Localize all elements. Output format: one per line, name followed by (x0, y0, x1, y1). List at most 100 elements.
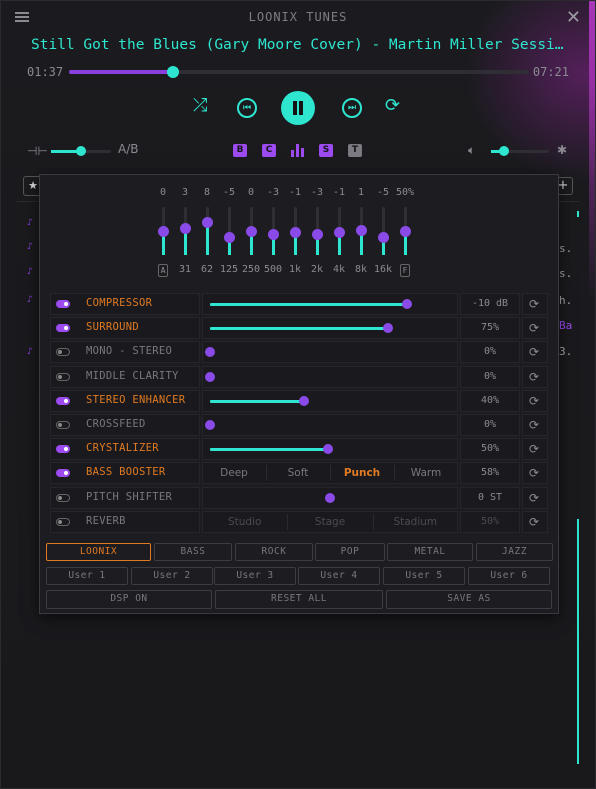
effect-slider[interactable] (210, 395, 450, 406)
playlist-item-text[interactable]: 3. (559, 345, 572, 358)
effect-option-soft[interactable]: Soft (266, 462, 330, 484)
effect-slider-handle[interactable] (325, 492, 335, 503)
playlist-item-text[interactable]: s. (559, 242, 572, 255)
eq-band-handle[interactable] (312, 229, 323, 241)
eq-band-handle[interactable] (400, 226, 411, 237)
reset-icon[interactable]: ⟳ (522, 487, 546, 509)
eq-band-slider[interactable] (268, 207, 279, 255)
effect-slider[interactable] (205, 347, 450, 358)
eq-band-handle[interactable] (290, 226, 301, 238)
eq-band-slider[interactable] (246, 207, 257, 255)
eq-band-slider[interactable] (202, 207, 213, 255)
dsp-on-button[interactable]: DSP ON (46, 590, 212, 609)
eq-band-slider[interactable] (312, 207, 323, 255)
seek-handle[interactable] (166, 66, 179, 78)
effect-slider-handle[interactable] (382, 323, 393, 334)
eq-band-slider[interactable] (180, 207, 191, 255)
effect-slider[interactable] (210, 299, 450, 309)
ab-repeat-button[interactable]: A/B (118, 142, 138, 156)
reset-icon[interactable]: ⟳ (522, 462, 546, 484)
preset-pop[interactable]: POP (315, 543, 385, 561)
eq-band-slider[interactable] (224, 207, 235, 255)
effect-slider[interactable] (205, 371, 450, 382)
user-preset-1[interactable]: User 1 (46, 567, 128, 585)
effect-toggle[interactable] (56, 517, 70, 526)
reset-icon[interactable]: ⟳ (522, 293, 546, 315)
eq-band-handle[interactable] (202, 217, 213, 229)
effect-option-studio[interactable]: Studio (202, 511, 287, 533)
eq-band-slider[interactable] (334, 207, 345, 255)
effect-slider-handle[interactable] (205, 371, 215, 382)
effect-toggle[interactable] (56, 372, 70, 381)
preset-metal[interactable]: METAL (387, 543, 473, 561)
eq-band-slider[interactable] (378, 207, 389, 255)
reset-icon[interactable]: ⟳ (522, 341, 546, 363)
effect-toggle[interactable] (56, 445, 70, 454)
badge-t-button[interactable]: T (348, 144, 362, 157)
effect-toggle[interactable] (56, 421, 70, 429)
eq-band-handle[interactable] (224, 231, 235, 243)
badge-s-button[interactable]: S (319, 144, 333, 157)
eq-band-handle[interactable] (158, 226, 169, 237)
effect-slider-handle[interactable] (322, 444, 333, 455)
user-preset-6[interactable]: User 6 (468, 567, 550, 585)
effect-slider[interactable] (210, 444, 450, 455)
eq-band-slider[interactable] (158, 207, 169, 255)
effect-slider[interactable] (210, 323, 450, 334)
reset-icon[interactable]: ⟳ (522, 414, 546, 436)
seek-bar[interactable] (69, 66, 529, 78)
reset-icon[interactable]: ⟳ (522, 317, 546, 339)
playlist-item-text[interactable]: h. (559, 294, 572, 307)
playlist-item-text[interactable]: Ba (559, 319, 572, 332)
badge-c-button[interactable]: C (262, 144, 276, 157)
previous-track-icon[interactable]: ⏮ (237, 98, 257, 118)
effect-option-warm[interactable]: Warm (394, 462, 458, 484)
eq-band-handle[interactable] (378, 231, 389, 243)
user-preset-4[interactable]: User 4 (298, 567, 380, 585)
volume-icon[interactable]: 🔈︎ (468, 143, 475, 158)
equalizer-icon[interactable] (291, 143, 305, 157)
eq-band-handle[interactable] (268, 229, 279, 241)
bluetooth-off-icon[interactable]: ✱ (557, 143, 567, 157)
effect-slider-handle[interactable] (298, 395, 309, 406)
reset-icon[interactable]: ⟳ (522, 438, 546, 460)
effect-slider[interactable] (205, 420, 450, 430)
effect-option-deep[interactable]: Deep (202, 462, 266, 484)
save-as-button[interactable]: SAVE AS (386, 590, 552, 609)
effect-toggle[interactable] (56, 324, 70, 333)
balance-handle[interactable] (76, 146, 86, 156)
effect-slider[interactable] (210, 492, 450, 503)
preset-bass[interactable]: BASS (154, 543, 232, 561)
preset-loonix[interactable]: LOONIX (46, 543, 151, 561)
reset-icon[interactable]: ⟳ (522, 366, 546, 388)
eq-band-handle[interactable] (180, 222, 191, 234)
eq-band-slider[interactable] (290, 207, 301, 255)
reset-icon[interactable]: ⟳ (522, 390, 546, 412)
eq-band-handle[interactable] (356, 225, 367, 237)
playlist-scrollbar[interactable] (577, 519, 579, 764)
reset-icon[interactable]: ⟳ (522, 511, 546, 533)
eq-band-handle[interactable] (334, 226, 345, 238)
effect-option-stadium[interactable]: Stadium (373, 511, 458, 533)
effect-toggle[interactable] (56, 493, 70, 502)
effect-toggle[interactable] (56, 396, 70, 405)
user-preset-5[interactable]: User 5 (383, 567, 465, 585)
shuffle-icon[interactable]: ⤮ (193, 95, 207, 116)
reset-all-button[interactable]: RESET ALL (215, 590, 383, 609)
effect-toggle[interactable] (56, 469, 70, 478)
close-icon[interactable]: ✕ (566, 7, 581, 28)
effect-toggle[interactable] (56, 300, 70, 308)
eq-band-handle[interactable] (246, 226, 257, 237)
next-track-icon[interactable]: ⏭ (342, 98, 362, 118)
effect-option-stage[interactable]: Stage (287, 511, 372, 533)
preset-rock[interactable]: ROCK (235, 543, 313, 561)
repeat-icon[interactable]: ⟳ (385, 95, 400, 116)
preset-jazz[interactable]: JAZZ (476, 543, 553, 561)
badge-b-button[interactable]: B (233, 144, 247, 157)
effect-option-punch[interactable]: Punch (330, 462, 394, 484)
title-bar[interactable]: LOONIX TUNES ✕ (1, 1, 595, 33)
pause-button[interactable] (281, 91, 315, 125)
user-preset-2[interactable]: User 2 (131, 567, 213, 585)
playlist-item-text[interactable]: s. (559, 267, 572, 280)
eq-band-slider[interactable] (400, 207, 411, 255)
